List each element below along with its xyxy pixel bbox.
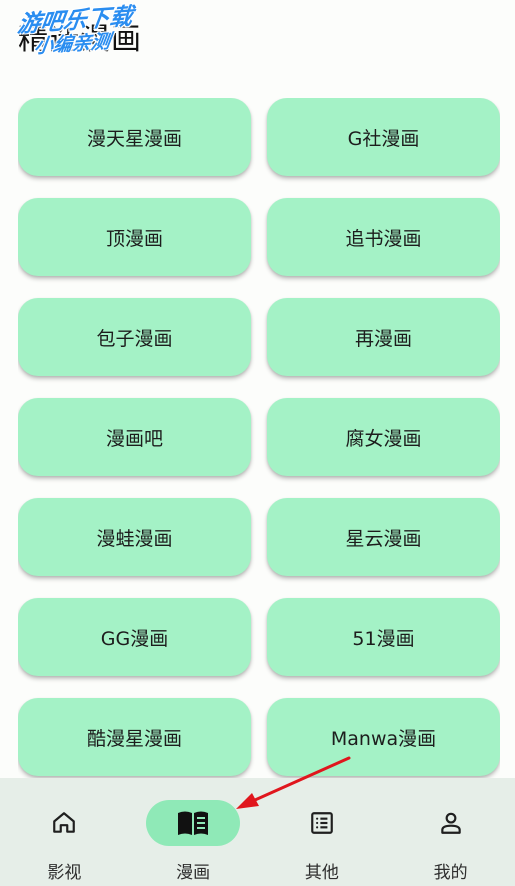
home-icon <box>53 812 76 833</box>
nav-item-video[interactable]: 影视 <box>0 778 129 886</box>
nav-label: 影视 <box>47 863 82 883</box>
header: 精选漫画 游吧乐下载 小编亲测 <box>0 0 515 80</box>
source-card[interactable]: 漫蛙漫画 <box>18 498 251 576</box>
source-card[interactable]: 酷漫星漫画 <box>18 698 251 776</box>
source-card[interactable]: 追书漫画 <box>267 198 500 276</box>
source-card[interactable]: 腐女漫画 <box>267 398 500 476</box>
nav-icon-container <box>404 800 498 846</box>
page-title: 精选漫画 <box>18 22 142 57</box>
list-icon <box>311 812 333 834</box>
source-card[interactable]: G社漫画 <box>267 98 500 176</box>
source-card[interactable]: GG漫画 <box>18 598 251 676</box>
comic-source-grid: 漫天星漫画 G社漫画 顶漫画 追书漫画 包子漫画 再漫画 漫画吧 腐女漫画 漫蛙… <box>18 98 500 778</box>
bottom-nav: 影视 漫画 其他 我的 <box>0 778 515 886</box>
source-card[interactable]: Manwa漫画 <box>267 698 500 776</box>
nav-item-mine[interactable]: 我的 <box>386 778 515 886</box>
source-card[interactable]: 顶漫画 <box>18 198 251 276</box>
nav-item-other[interactable]: 其他 <box>258 778 387 886</box>
source-card[interactable]: 再漫画 <box>267 298 500 376</box>
source-card[interactable]: 漫画吧 <box>18 398 251 476</box>
book-icon <box>178 811 209 835</box>
source-card[interactable]: 星云漫画 <box>267 498 500 576</box>
source-card[interactable]: 包子漫画 <box>18 298 251 376</box>
nav-icon-container <box>275 800 369 846</box>
source-card[interactable]: 51漫画 <box>267 598 500 676</box>
nav-label: 我的 <box>433 863 468 883</box>
nav-item-comic[interactable]: 漫画 <box>129 778 258 886</box>
nav-label: 其他 <box>304 863 339 883</box>
person-icon <box>440 812 461 834</box>
nav-icon-container <box>146 800 241 846</box>
nav-label: 漫画 <box>176 863 211 883</box>
source-card[interactable]: 漫天星漫画 <box>18 98 251 176</box>
nav-icon-container <box>17 800 111 846</box>
